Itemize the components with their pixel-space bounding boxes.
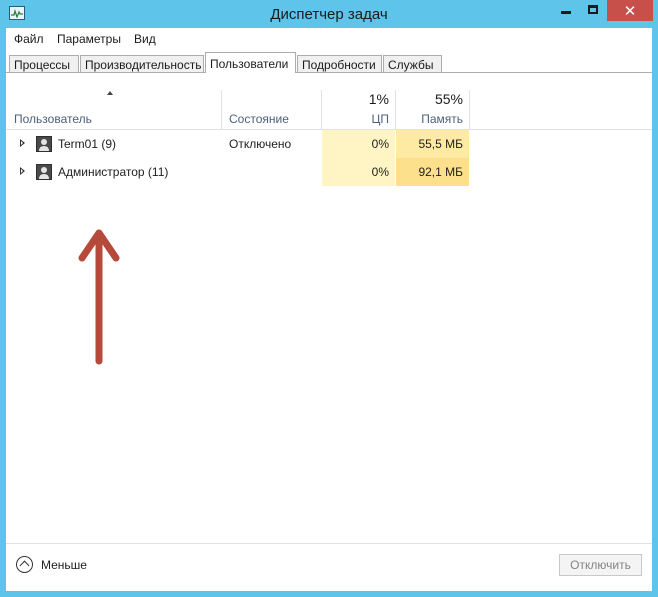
title-bar[interactable]: Диспетчер задач ✕: [0, 0, 658, 28]
footer: Меньше Отключить: [6, 543, 652, 591]
column-divider[interactable]: [469, 90, 470, 130]
tab-processes[interactable]: Процессы: [9, 55, 79, 72]
tab-services[interactable]: Службы: [383, 55, 442, 72]
column-cpu[interactable]: ЦП: [322, 112, 389, 126]
minimize-button[interactable]: [553, 0, 579, 21]
memory-cell: 55,5 МБ: [396, 130, 469, 158]
maximize-icon: [588, 5, 598, 14]
memory-cell: 92,1 МБ: [396, 158, 469, 186]
user-icon: [36, 164, 52, 180]
memory-value: 92,1 МБ: [418, 165, 463, 179]
arrow-up-icon: [78, 229, 120, 365]
menu-file[interactable]: Файл: [14, 32, 44, 46]
expand-arrow-icon[interactable]: [20, 139, 25, 147]
menu-options[interactable]: Параметры: [57, 32, 121, 46]
cpu-total[interactable]: 1%: [322, 91, 389, 107]
user-name: Term01 (9): [58, 137, 117, 151]
memory-total[interactable]: 55%: [396, 91, 463, 107]
tab-details[interactable]: Подробности: [297, 55, 382, 72]
user-name: Администратор (11): [58, 165, 169, 179]
memory-value: 55,5 МБ: [418, 137, 463, 151]
close-button[interactable]: ✕: [607, 0, 653, 21]
column-divider[interactable]: [221, 90, 222, 130]
column-memory[interactable]: Память: [396, 112, 463, 126]
users-panel: Пользователь Состояние 1% ЦП 55% Память …: [6, 73, 652, 543]
client-area: Файл Параметры Вид Процессы Производител…: [6, 28, 652, 591]
tab-performance[interactable]: Производительность: [80, 55, 204, 72]
user-row[interactable]: Администратор (11) 0% 92,1 МБ: [6, 158, 652, 186]
column-status[interactable]: Состояние: [229, 112, 289, 126]
fewer-details-link[interactable]: Меньше: [41, 558, 87, 572]
cpu-cell: 0%: [322, 130, 395, 158]
menu-bar: Файл Параметры Вид: [6, 28, 652, 50]
user-icon: [36, 136, 52, 152]
cpu-value: 0%: [371, 137, 389, 151]
chevron-up-circle-icon[interactable]: [16, 556, 33, 573]
cpu-cell: 0%: [322, 158, 395, 186]
expand-arrow-icon[interactable]: [20, 167, 25, 175]
tab-users[interactable]: Пользователи: [205, 52, 296, 73]
tab-strip: Процессы Производительность Пользователи…: [6, 52, 652, 73]
user-row[interactable]: Term01 (9) Отключено 0% 55,5 МБ: [6, 130, 652, 158]
menu-view[interactable]: Вид: [134, 32, 156, 46]
user-status: Отключено: [229, 137, 292, 151]
cpu-value: 0%: [371, 165, 389, 179]
task-manager-window: Диспетчер задач ✕ Файл Параметры Вид Про…: [0, 0, 658, 597]
column-user[interactable]: Пользователь: [14, 112, 92, 126]
sort-ascending-icon[interactable]: [107, 91, 113, 95]
disconnect-button[interactable]: Отключить: [559, 554, 642, 576]
minimize-icon: [561, 11, 571, 14]
maximize-button[interactable]: [580, 0, 606, 21]
close-icon: ✕: [623, 3, 637, 20]
